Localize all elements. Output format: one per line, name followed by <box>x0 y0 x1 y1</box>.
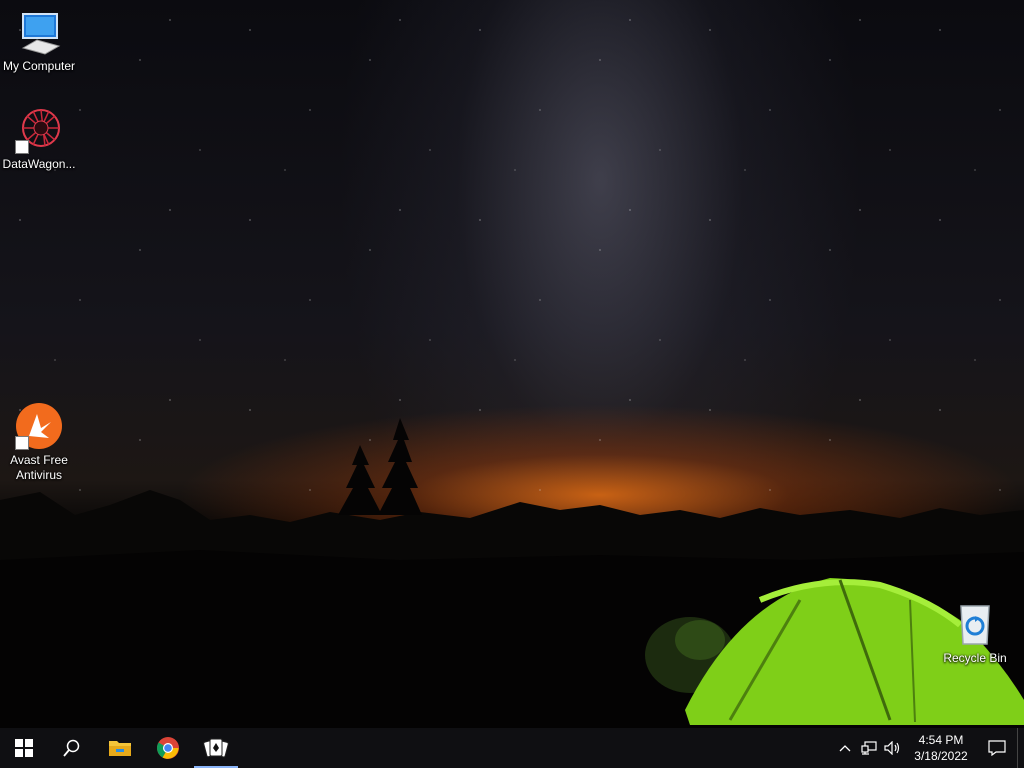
desktop-icon-label: Recycle Bin <box>943 651 1007 665</box>
desktop-icon-label: My Computer <box>2 59 76 73</box>
search-button[interactable] <box>48 728 96 768</box>
wallpaper-landscape <box>0 418 1024 728</box>
file-explorer-button[interactable] <box>96 728 144 768</box>
chevron-up-icon <box>839 745 851 752</box>
avast-icon <box>15 402 63 450</box>
desktop-icon-avast[interactable]: Avast Free Antivirus <box>1 402 77 483</box>
folder-icon <box>109 741 131 756</box>
notification-icon <box>988 740 1006 756</box>
desktop-icon-datawagon[interactable]: DataWagon... <box>1 106 77 172</box>
taskbar: 4:54 PM 3/18/2022 <box>0 728 1024 768</box>
start-button[interactable] <box>0 728 48 768</box>
desktop-icon-recycle-bin[interactable]: Recycle Bin <box>937 600 1013 666</box>
shortcut-arrow-icon <box>15 436 29 450</box>
clock[interactable]: 4:54 PM 3/18/2022 <box>905 728 977 768</box>
cards-icon <box>203 738 229 758</box>
solitaire-button[interactable] <box>192 728 240 768</box>
system-tray: 4:54 PM 3/18/2022 <box>833 728 1024 768</box>
recycle-bin-icon <box>951 600 999 648</box>
desktop-icon-label: Avast Free Antivirus <box>10 453 68 482</box>
search-icon <box>63 739 80 757</box>
action-center-button[interactable] <box>977 728 1017 768</box>
datawagon-icon <box>15 106 63 154</box>
clock-time: 4:54 PM <box>918 733 964 747</box>
chrome-button[interactable] <box>144 728 192 768</box>
network-icon <box>861 741 877 755</box>
desktop-icon-label: DataWagon... <box>2 157 76 171</box>
volume-icon <box>884 741 900 755</box>
windows-logo-icon <box>15 739 33 757</box>
desktop[interactable]: My Computer DataWagon... Avast Free Anti… <box>0 0 1024 728</box>
chrome-icon <box>157 737 179 759</box>
show-desktop-button[interactable] <box>1017 728 1024 768</box>
desktop-icon-my-computer[interactable]: My Computer <box>1 8 77 74</box>
monitor-icon <box>15 8 63 56</box>
clock-date: 3/18/2022 <box>914 749 968 763</box>
network-button[interactable] <box>857 728 881 768</box>
show-hidden-icons-button[interactable] <box>833 728 857 768</box>
volume-button[interactable] <box>881 728 905 768</box>
shortcut-arrow-icon <box>15 140 29 154</box>
